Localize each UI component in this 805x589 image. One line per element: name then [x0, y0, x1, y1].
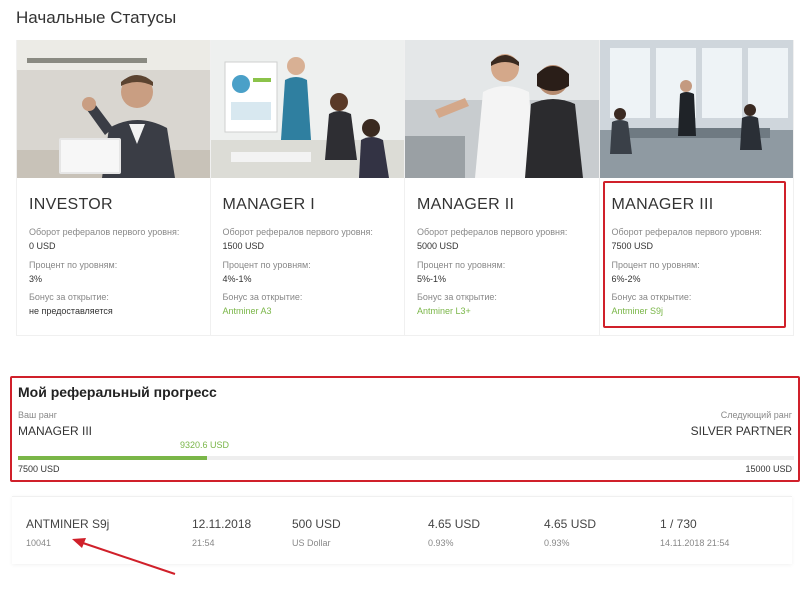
bonus-label: Бонус за открытие: — [29, 292, 109, 302]
progress-bar — [18, 456, 794, 460]
page-title: Начальные Статусы — [16, 8, 177, 27]
card-photo — [210, 40, 404, 178]
progress-max: 15000 USD — [745, 464, 792, 474]
percent-label: Процент по уровням: — [417, 260, 506, 270]
status-card-investor[interactable]: INVESTOR Оборот рефералов первого уровня… — [16, 40, 211, 336]
deposit-date: 12.11.2018 — [192, 517, 252, 531]
deposit-currency: US Dollar — [292, 538, 331, 548]
progress-min: 7500 USD — [18, 464, 60, 474]
deposit-amount: 500 USD — [292, 517, 341, 531]
card-photo — [17, 40, 210, 178]
progress-bar-fill — [18, 456, 207, 460]
card-photo — [405, 40, 599, 178]
red-arrow-icon — [72, 538, 176, 575]
next-rank-label: Следующий ранг — [720, 410, 792, 420]
bonus-value: Antminer L3+ — [417, 306, 471, 316]
turnover-label: Оборот рефералов первого уровня: — [29, 227, 180, 237]
deposit-id: 10041 — [26, 538, 52, 548]
card-title: INVESTOR — [29, 196, 113, 213]
turnover-label: Оборот рефералов первого уровня: — [222, 227, 373, 237]
turnover-value: 0 USD — [29, 241, 56, 251]
payout-progress: 1 / 730 — [660, 517, 697, 531]
highlight-frame — [603, 181, 786, 328]
turnover-value: 5000 USD — [417, 241, 459, 251]
percent-value: 5%-1% — [417, 274, 447, 284]
status-card-manager-2[interactable]: MANAGER II Оборот рефералов первого уров… — [405, 40, 600, 336]
current-amount: 9320.6 USD — [180, 440, 230, 450]
card-photo — [599, 40, 793, 178]
bonus-value: Antminer A3 — [222, 306, 272, 316]
percent-value: 3% — [29, 274, 43, 284]
profit-1-pct: 0.93% — [428, 538, 454, 548]
progress-title: Мой реферальный прогресс — [18, 384, 217, 400]
percent-label: Процент по уровням: — [222, 260, 311, 270]
profit-1: 4.65 USD — [428, 517, 481, 531]
bonus-label: Бонус за открытие: — [222, 292, 303, 302]
next-rank-value: SILVER PARTNER — [690, 424, 792, 438]
bonus-value: не предоставляется — [29, 306, 113, 316]
bonus-label: Бонус за открытие: — [417, 292, 497, 302]
turnover-value: 1500 USD — [222, 241, 265, 251]
card-title: MANAGER I — [222, 196, 315, 213]
next-payout-date: 14.11.2018 21:54 — [660, 538, 730, 548]
your-rank-label: Ваш ранг — [18, 410, 57, 420]
profit-2: 4.65 USD — [544, 517, 597, 531]
card-title: MANAGER II — [417, 196, 515, 213]
status-card-manager-1[interactable]: MANAGER I Оборот рефералов первого уровн… — [210, 40, 405, 336]
deposit-time: 21:54 — [192, 538, 215, 548]
profit-2-pct: 0.93% — [544, 538, 570, 548]
turnover-label: Оборот рефералов первого уровня: — [417, 227, 568, 237]
your-rank-value: MANAGER III — [18, 424, 93, 438]
referral-progress-panel: Мой реферальный прогресс Ваш ранг MANAGE… — [10, 376, 800, 482]
percent-label: Процент по уровням: — [29, 260, 118, 270]
percent-value: 4%-1% — [222, 274, 252, 284]
